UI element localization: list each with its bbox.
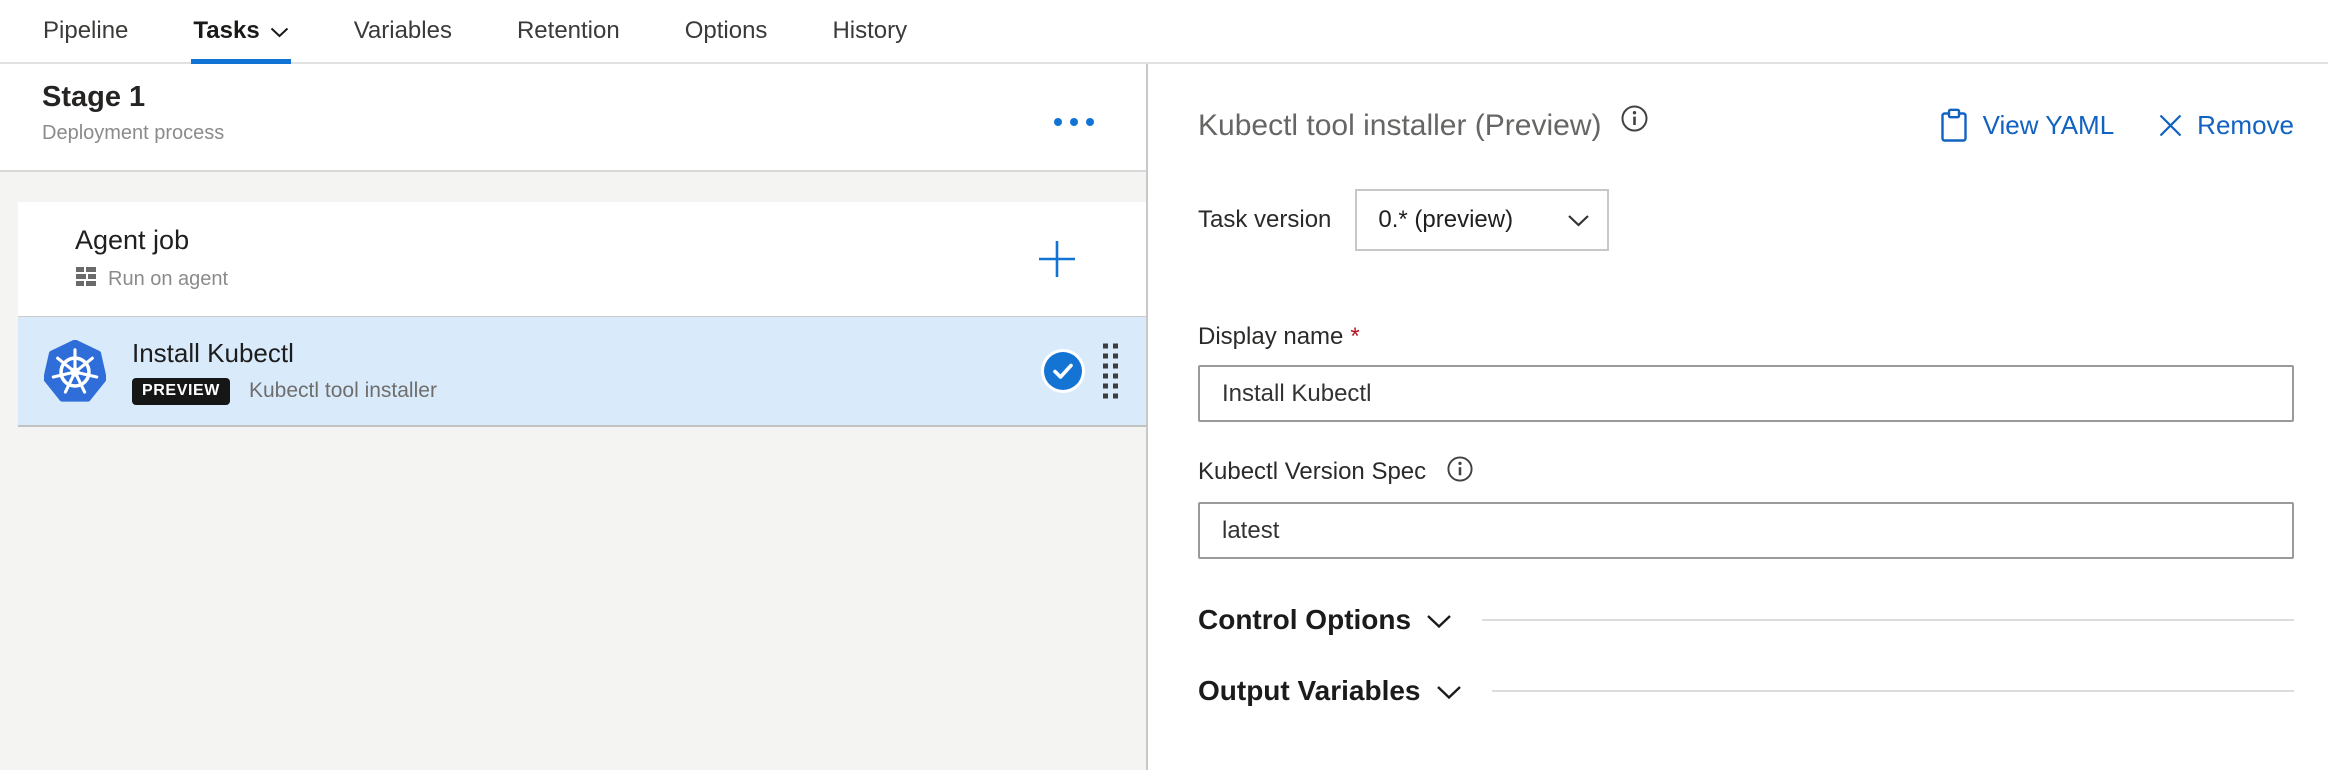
chevron-down-icon: [1436, 685, 1462, 705]
tab-tasks-label: Tasks: [193, 17, 260, 44]
stage-subtitle: Deployment process: [42, 122, 225, 144]
task-selected-check-icon: [1044, 352, 1082, 390]
task-subtitle: Kubectl tool installer: [249, 379, 437, 402]
info-icon[interactable]: [1620, 104, 1649, 138]
preview-badge: PREVIEW: [132, 377, 230, 405]
agent-job-subtitle: Run on agent: [108, 267, 229, 290]
view-yaml-label: View YAML: [1982, 110, 2115, 140]
display-name-input[interactable]: [1198, 365, 2294, 422]
add-task-button[interactable]: [1034, 236, 1080, 282]
main-area: Stage 1 Deployment process Agent job Run…: [0, 64, 2328, 770]
stage-header: Stage 1 Deployment process: [0, 64, 1146, 172]
version-spec-label: Kubectl Version Spec: [1198, 457, 1427, 485]
task-row-install-kubectl[interactable]: Install Kubectl PREVIEW Kubectl tool ins…: [18, 317, 1146, 427]
stage-more-button[interactable]: [1050, 114, 1098, 130]
clipboard-icon: [1940, 108, 1967, 142]
ellipsis-icon: [1086, 118, 1094, 126]
agent-icon: [75, 265, 97, 293]
tab-variables[interactable]: Variables: [354, 0, 452, 62]
tab-options-label: Options: [684, 17, 768, 44]
tab-history-label: History: [832, 17, 908, 44]
tab-options[interactable]: Options: [685, 0, 768, 62]
tab-retention[interactable]: Retention: [517, 0, 620, 62]
pipeline-tab-bar: Pipeline Tasks Variables Retention Optio…: [0, 0, 2328, 64]
plus-icon: [1039, 241, 1075, 277]
ellipsis-icon: [1070, 118, 1078, 126]
tab-pipeline-label: Pipeline: [43, 17, 129, 44]
output-variables-section[interactable]: Output Variables: [1198, 675, 2294, 707]
job-task-list: Agent job Run on agent Install Kubectl P…: [0, 172, 1146, 427]
stage-tasks-panel: Stage 1 Deployment process Agent job Run…: [0, 64, 1148, 770]
section-divider: [1491, 690, 2294, 692]
agent-job-row[interactable]: Agent job Run on agent: [18, 202, 1146, 317]
task-title: Install Kubectl: [132, 337, 294, 368]
tab-history[interactable]: History: [832, 0, 907, 62]
agent-job-title: Agent job: [75, 225, 190, 255]
task-version-label: Task version: [1198, 206, 1332, 233]
chevron-down-icon: [270, 27, 289, 38]
required-marker: *: [1350, 323, 1360, 350]
section-divider: [1482, 619, 2294, 621]
view-yaml-button[interactable]: View YAML: [1939, 108, 2115, 143]
stage-title: Stage 1: [42, 81, 146, 113]
tab-variables-label: Variables: [353, 17, 452, 44]
control-options-section[interactable]: Control Options: [1198, 604, 2294, 636]
control-options-label: Control Options: [1198, 604, 1412, 635]
drag-handle[interactable]: [1103, 343, 1118, 399]
remove-task-button[interactable]: Remove: [2158, 110, 2294, 141]
kubernetes-icon: [44, 340, 106, 402]
task-detail-panel: Kubectl tool installer (Preview) View YA…: [1148, 64, 2328, 770]
task-version-value: 0.* (preview): [1378, 206, 1514, 233]
task-version-dropdown[interactable]: 0.* (preview): [1355, 189, 1610, 251]
task-detail-title: Kubectl tool installer (Preview): [1198, 108, 1602, 142]
chevron-down-icon: [1426, 614, 1452, 634]
chevron-down-icon: [1567, 206, 1590, 234]
remove-label: Remove: [2197, 110, 2294, 140]
close-icon: [2159, 114, 2182, 137]
ellipsis-icon: [1054, 118, 1062, 126]
tab-pipeline[interactable]: Pipeline: [43, 0, 128, 62]
info-icon[interactable]: [1446, 455, 1474, 488]
tab-retention-label: Retention: [516, 17, 620, 44]
output-variables-label: Output Variables: [1198, 675, 1421, 706]
version-spec-input[interactable]: [1198, 502, 2294, 559]
display-name-label: Display name: [1198, 323, 1344, 350]
tab-tasks[interactable]: Tasks: [191, 0, 291, 64]
